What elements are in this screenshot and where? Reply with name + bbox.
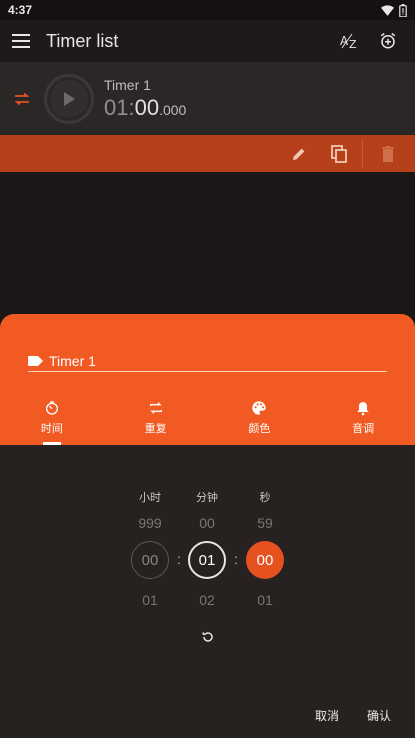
timer-list-item[interactable]: Timer 1 01:00.000 bbox=[0, 62, 415, 135]
tab-color[interactable]: 颜色 bbox=[208, 394, 312, 445]
status-bar: 4:37 bbox=[0, 0, 415, 20]
seconds-label: 秒 bbox=[259, 492, 271, 504]
sheet-tabs: 时间 重复 颜色 音调 bbox=[0, 394, 415, 445]
time-picker-panel: 小时 999 00 01 : 分钟 00 01 02 : 秒 59 00 01 … bbox=[0, 445, 415, 738]
hours-prev-value[interactable]: 999 bbox=[125, 515, 175, 531]
tab-repeat[interactable]: 重复 bbox=[104, 394, 208, 445]
timer-actions-bar bbox=[0, 135, 415, 172]
tab-time[interactable]: 时间 bbox=[0, 394, 104, 445]
timer-seconds: 00 bbox=[134, 94, 160, 120]
hours-label: 小时 bbox=[139, 492, 161, 504]
status-time: 4:37 bbox=[8, 3, 33, 17]
time-separator: : bbox=[177, 551, 181, 567]
repeat-icon bbox=[149, 402, 162, 414]
minutes-label: 分钟 bbox=[196, 492, 218, 504]
play-icon bbox=[64, 91, 75, 106]
minutes-prev-value[interactable]: 00 bbox=[182, 515, 232, 531]
status-icons bbox=[381, 3, 407, 17]
minutes-current-value[interactable]: 01 bbox=[188, 541, 226, 579]
timer-name-field[interactable]: Timer 1 bbox=[28, 350, 387, 372]
timer-name: Timer 1 bbox=[104, 76, 151, 93]
timer-name-input[interactable]: Timer 1 bbox=[49, 353, 96, 369]
minutes-next-value[interactable]: 02 bbox=[182, 592, 232, 608]
copy-icon[interactable] bbox=[324, 139, 354, 169]
page-title: Timer list bbox=[46, 30, 119, 51]
menu-icon[interactable] bbox=[12, 34, 30, 48]
timer-millis: .000 bbox=[159, 101, 187, 118]
timer-info: Timer 1 01:00.000 bbox=[104, 77, 186, 121]
alarm-add-icon[interactable] bbox=[373, 26, 403, 56]
edit-icon[interactable] bbox=[284, 139, 314, 169]
seconds-next-value[interactable]: 01 bbox=[240, 592, 290, 608]
hours-next-value[interactable]: 01 bbox=[125, 592, 175, 608]
time-separator: : bbox=[234, 551, 238, 567]
timer-hours-minutes: 01: bbox=[104, 94, 135, 120]
palette-icon bbox=[252, 401, 267, 415]
swap-icon[interactable] bbox=[0, 92, 44, 105]
action-divider bbox=[362, 139, 363, 168]
play-button[interactable] bbox=[44, 73, 94, 124]
battery-icon bbox=[399, 3, 407, 17]
label-icon bbox=[28, 355, 43, 366]
hours-current-value[interactable]: 00 bbox=[131, 541, 169, 579]
timer-icon bbox=[45, 401, 58, 415]
cancel-button[interactable]: 取消 bbox=[315, 707, 339, 724]
sort-az-icon[interactable]: AZ bbox=[335, 26, 365, 56]
wifi-icon bbox=[381, 4, 394, 16]
tab-sound-label: 音调 bbox=[352, 423, 375, 435]
bell-icon bbox=[357, 402, 369, 416]
confirm-button[interactable]: 确认 bbox=[367, 707, 391, 724]
svg-text:Z: Z bbox=[349, 38, 357, 50]
tab-time-label: 时间 bbox=[40, 423, 63, 435]
seconds-current-value[interactable]: 00 bbox=[246, 541, 284, 579]
tab-sound[interactable]: 音调 bbox=[311, 394, 415, 445]
app-bar: Timer list AZ bbox=[0, 20, 415, 62]
timer-value: 01:00.000 bbox=[104, 95, 186, 121]
tab-repeat-label: 重复 bbox=[144, 423, 167, 435]
delete-icon[interactable] bbox=[373, 139, 403, 169]
edit-timer-sheet: Timer 1 时间 重复 颜色 音调 小时 999 00 01: 分钟 00… bbox=[0, 314, 415, 738]
reset-icon[interactable] bbox=[198, 627, 218, 647]
tab-color-label: 颜色 bbox=[248, 423, 271, 435]
svg-text:A: A bbox=[340, 34, 349, 48]
sheet-header: Timer 1 时间 重复 颜色 音调 bbox=[0, 314, 415, 445]
seconds-prev-value[interactable]: 59 bbox=[240, 515, 290, 531]
